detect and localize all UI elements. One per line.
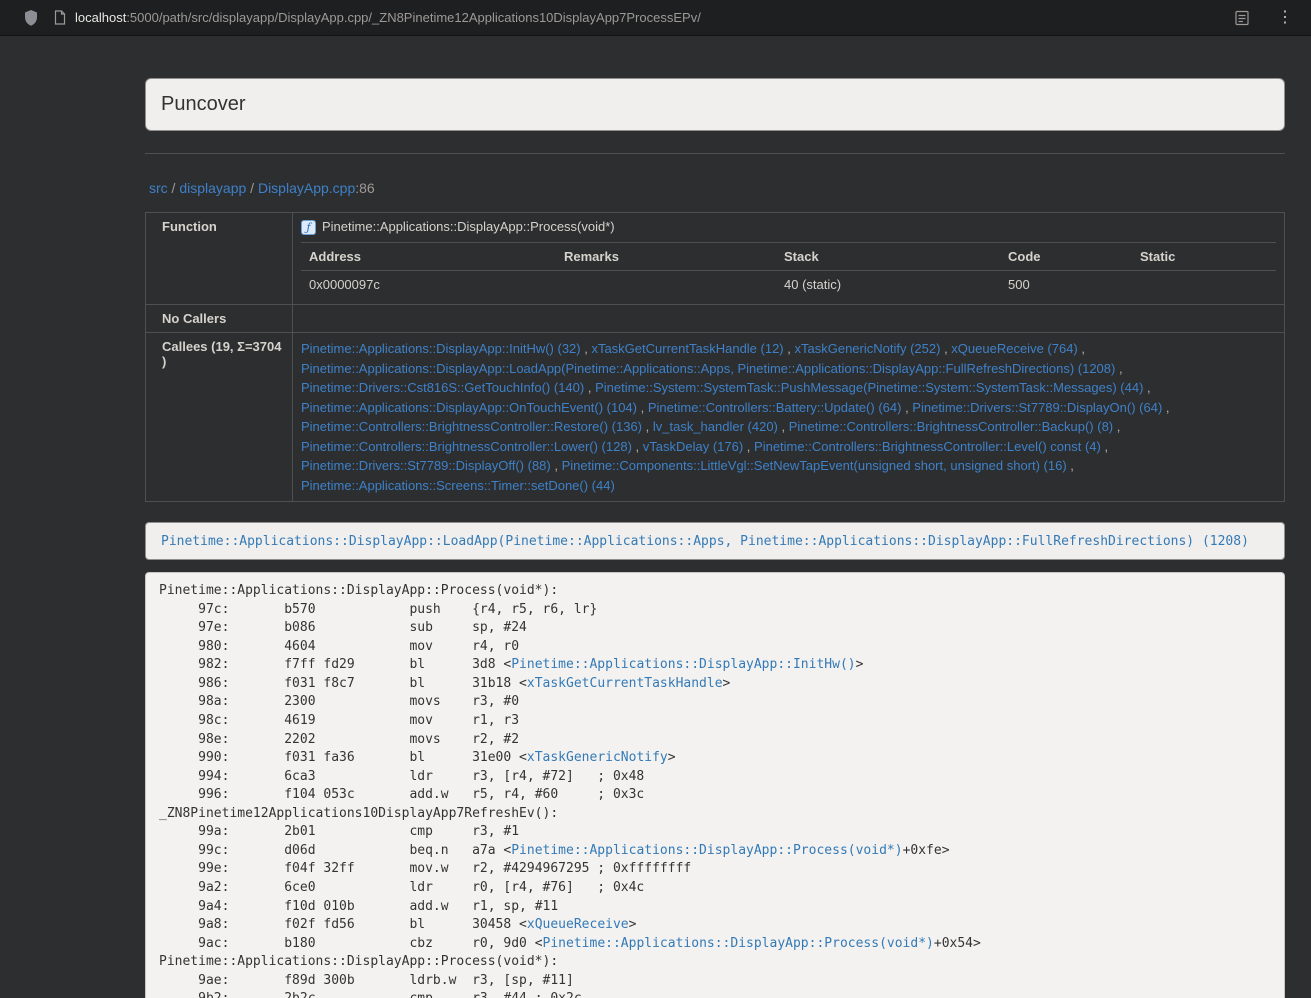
column-header-static: Static [1132, 243, 1276, 271]
no-callers-row: No Callers [146, 305, 1285, 333]
page-title: Puncover [161, 93, 246, 115]
function-label: Function [146, 213, 293, 305]
address-bar[interactable]: localhost:5000/path/src/displayapp/Displ… [75, 10, 701, 25]
callee-link[interactable]: Pinetime::Drivers::Cst816S::GetTouchInfo… [301, 380, 584, 395]
function-cell: ƒ Pinetime::Applications::DisplayApp::Pr… [293, 213, 1285, 305]
callee-link[interactable]: Pinetime::Controllers::BrightnessControl… [789, 419, 1113, 434]
page-icon[interactable] [54, 10, 66, 25]
code-symbol-link[interactable]: Pinetime::Applications::DisplayApp::Init… [511, 657, 855, 672]
breadcrumb-line-number: :86 [355, 180, 374, 196]
breadcrumb-separator: / [246, 180, 258, 196]
stack-value: 40 (static) [776, 271, 1000, 299]
callees-list: Pinetime::Applications::DisplayApp::Init… [293, 333, 1285, 502]
callee-link[interactable]: Pinetime::Controllers::Battery::Update()… [648, 400, 902, 415]
divider [145, 153, 1285, 154]
remarks-value [556, 271, 776, 299]
breadcrumb-link-displayapp[interactable]: displayapp [179, 180, 246, 196]
code-symbol-link[interactable]: Pinetime::Applications::DisplayApp::Proc… [511, 843, 902, 858]
callee-separator: , [784, 341, 795, 356]
shield-icon[interactable] [24, 10, 38, 26]
callee-link[interactable]: Pinetime::Applications::DisplayApp::OnTo… [301, 400, 637, 415]
callee-separator: , [1067, 458, 1074, 473]
callee-link[interactable]: xTaskGenericNotify (252) [795, 341, 941, 356]
code-symbol-link[interactable]: xQueueReceive [527, 917, 629, 932]
callees-label: Callees (19, Σ=3704 ) [146, 333, 293, 502]
column-header-code: Code [1000, 243, 1132, 271]
callee-separator: , [778, 419, 789, 434]
callee-separator: , [551, 458, 562, 473]
disassembly-block: Pinetime::Applications::DisplayApp::Proc… [145, 572, 1285, 998]
function-stats-table: Address Remarks Stack Code Static 0x0000… [301, 242, 1276, 298]
symbol-table: Function ƒ Pinetime::Applications::Displ… [145, 212, 1285, 502]
breadcrumb-link-src[interactable]: src [149, 180, 168, 196]
callee-separator: , [637, 400, 648, 415]
callee-separator: , [1162, 400, 1169, 415]
callee-link[interactable]: Pinetime::Controllers::BrightnessControl… [754, 439, 1101, 454]
callee-link[interactable]: Pinetime::Components::LittleVgl::SetNewT… [562, 458, 1067, 473]
browser-chrome: localhost:5000/path/src/displayapp/Displ… [0, 0, 1311, 36]
callee-separator: , [1078, 341, 1085, 356]
callee-link[interactable]: Pinetime::Applications::DisplayApp::Init… [301, 341, 581, 356]
code-value: 500 [1000, 271, 1132, 299]
callee-link[interactable]: lv_task_handler (420) [653, 419, 778, 434]
callee-link[interactable]: Pinetime::Applications::Screens::Timer::… [301, 478, 615, 493]
callee-link[interactable]: xTaskGetCurrentTaskHandle (12) [591, 341, 783, 356]
callee-separator: , [632, 439, 643, 454]
callee-separator: , [743, 439, 754, 454]
callee-separator: , [1101, 439, 1108, 454]
breadcrumb-separator: / [168, 180, 180, 196]
function-type-icon: ƒ [301, 220, 316, 235]
highlighted-callee-link[interactable]: Pinetime::Applications::DisplayApp::Load… [161, 534, 1249, 549]
callee-link[interactable]: Pinetime::Controllers::BrightnessControl… [301, 439, 632, 454]
no-callers-label: No Callers [146, 305, 293, 333]
column-header-stack: Stack [776, 243, 1000, 271]
code-symbol-link[interactable]: xTaskGenericNotify [527, 750, 668, 765]
main-content: Puncover src / displayapp / DisplayApp.c… [145, 36, 1285, 998]
callee-link[interactable]: Pinetime::Drivers::St7789::DisplayOn() (… [912, 400, 1162, 415]
callee-link[interactable]: Pinetime::Applications::DisplayApp::Load… [301, 361, 1115, 376]
function-row: Function ƒ Pinetime::Applications::Displ… [146, 213, 1285, 305]
callee-link[interactable]: xQueueReceive (764) [951, 341, 1077, 356]
callee-separator: , [901, 400, 912, 415]
column-header-address: Address [301, 243, 556, 271]
callee-link[interactable]: Pinetime::Controllers::BrightnessControl… [301, 419, 642, 434]
callee-link[interactable]: vTaskDelay (176) [643, 439, 743, 454]
browser-menu-icon[interactable]: ⋮ [1273, 10, 1297, 26]
callee-separator: , [581, 341, 592, 356]
stats-value-row: 0x0000097c 40 (static) 500 [301, 271, 1276, 299]
breadcrumb: src / displayapp / DisplayApp.cpp:86 [145, 178, 1285, 198]
function-name: Pinetime::Applications::DisplayApp::Proc… [322, 219, 615, 235]
code-symbol-link[interactable]: Pinetime::Applications::DisplayApp::Proc… [543, 936, 934, 951]
callee-link[interactable]: Pinetime::System::SystemTask::PushMessag… [595, 380, 1143, 395]
callee-separator: , [642, 419, 653, 434]
url-host: localhost [75, 10, 126, 25]
callee-separator: , [940, 341, 951, 356]
callee-link[interactable]: Pinetime::Drivers::St7789::DisplayOff() … [301, 458, 551, 473]
callee-separator: , [1115, 361, 1122, 376]
function-line: ƒ Pinetime::Applications::DisplayApp::Pr… [301, 219, 1276, 235]
callee-separator: , [1113, 419, 1120, 434]
callees-row: Callees (19, Σ=3704 ) Pinetime::Applicat… [146, 333, 1285, 502]
breadcrumb-link-file[interactable]: DisplayApp.cpp [258, 180, 355, 196]
code-symbol-link[interactable]: xTaskGetCurrentTaskHandle [527, 676, 723, 691]
address-value: 0x0000097c [301, 271, 556, 299]
puncover-title-panel: Puncover [145, 78, 1285, 131]
callee-separator: , [584, 380, 595, 395]
url-path: :5000/path/src/displayapp/DisplayApp.cpp… [126, 10, 701, 25]
callee-separator: , [1143, 380, 1150, 395]
static-value [1132, 271, 1276, 299]
no-callers-cell [293, 305, 1285, 333]
column-header-remarks: Remarks [556, 243, 776, 271]
stats-header-row: Address Remarks Stack Code Static [301, 243, 1276, 271]
reader-mode-icon[interactable] [1235, 10, 1249, 26]
highlighted-callee-panel: Pinetime::Applications::DisplayApp::Load… [145, 522, 1285, 560]
